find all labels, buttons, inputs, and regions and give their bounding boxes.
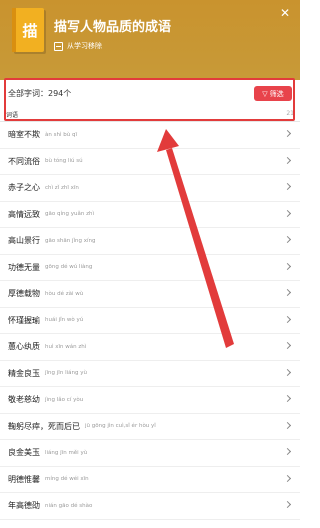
chevron-right-icon bbox=[283, 368, 292, 376]
list-item[interactable]: 年高德劭 nián gāo dé shào bbox=[0, 493, 300, 520]
list-item[interactable]: 怀瑾握瑜 huái jǐn wò yú bbox=[0, 308, 300, 334]
list-item[interactable]: 赤子之心 chì zǐ zhī xīn bbox=[0, 175, 300, 202]
section-header: 词语 21 bbox=[0, 108, 300, 122]
idiom-word: 暗室不欺 bbox=[8, 130, 40, 140]
remove-from-study-label: 从学习移除 bbox=[67, 42, 102, 50]
idiom-pinyin: hòu dé zài wù bbox=[45, 290, 84, 297]
idiom-word: 厚德载物 bbox=[8, 289, 40, 299]
idiom-pinyin: gāo shān jǐng xíng bbox=[45, 237, 96, 244]
idiom-pinyin: jìng lǎo cí yòu bbox=[45, 396, 84, 403]
idiom-word: 年高德劭 bbox=[8, 501, 40, 511]
word-count-prefix: 全部字词： bbox=[8, 89, 48, 98]
word-count-label: 全部字词：294个 bbox=[8, 88, 71, 99]
collection-title: 描写人物品质的成语 bbox=[54, 20, 172, 35]
section-label: 词语 bbox=[6, 112, 19, 119]
list-item[interactable]: 精金良玉 jīng jīn liáng yù bbox=[0, 361, 300, 387]
book-cover-icon: 描 bbox=[12, 8, 44, 52]
idiom-pinyin: bù tóng liú sú bbox=[45, 158, 83, 165]
idiom-word: 蕙心纨质 bbox=[8, 342, 40, 352]
list-item[interactable]: 良金美玉 liáng jīn měi yù bbox=[0, 440, 300, 467]
chevron-right-icon bbox=[283, 394, 292, 403]
minus-square-icon bbox=[54, 41, 63, 51]
idiom-word: 精金良玉 bbox=[8, 368, 40, 378]
list-item[interactable]: 暗室不欺 àn shì bù qī bbox=[0, 122, 300, 149]
idiom-list: 暗室不欺 àn shì bù qī 不同流俗 bù tóng liú sú 赤子之心 ch… bbox=[0, 122, 300, 520]
idiom-pinyin: gāo qíng yuǎn zhì bbox=[45, 211, 94, 218]
list-item[interactable]: 高情远致 gāo qíng yuǎn zhì bbox=[0, 202, 300, 228]
remove-from-study-button[interactable]: 从学习移除 bbox=[54, 40, 102, 52]
idiom-pinyin: míng dé wéi xīn bbox=[45, 476, 89, 483]
funnel-icon: ▽ bbox=[262, 89, 268, 98]
chevron-right-icon bbox=[283, 288, 292, 297]
chevron-right-icon bbox=[283, 235, 292, 244]
list-item[interactable]: 蕙心纨质 huì xīn wán zhì bbox=[0, 334, 300, 361]
idiom-word: 赤子之心 bbox=[8, 183, 40, 193]
list-item[interactable]: 鞠躬尽瘁，死而后已 jū gōng jìn cuì,sǐ ér hòu yǐ bbox=[0, 414, 300, 440]
list-item[interactable]: 敬老慈幼 jìng lǎo cí yòu bbox=[0, 387, 300, 414]
word-count-value: 294个 bbox=[48, 89, 72, 98]
chevron-right-icon bbox=[283, 129, 292, 138]
idiom-pinyin: jū gōng jìn cuì,sǐ ér hòu yǐ bbox=[85, 423, 156, 430]
idiom-pinyin: huì xīn wán zhì bbox=[45, 343, 87, 350]
idiom-pinyin: àn shì bù qī bbox=[45, 131, 77, 138]
word-count-bar: 全部字词：294个 ▽ 筛选 bbox=[0, 80, 300, 108]
idiom-word: 功德无量 bbox=[8, 262, 40, 272]
book-glyph: 描 bbox=[22, 21, 38, 40]
idiom-pinyin: jīng jīn liáng yù bbox=[45, 370, 87, 377]
section-count: 21 bbox=[286, 110, 294, 117]
list-item[interactable]: 不同流俗 bù tóng liú sú bbox=[0, 149, 300, 175]
filter-label: 筛选 bbox=[269, 89, 284, 98]
chevron-right-icon bbox=[283, 209, 292, 217]
idiom-pinyin: gōng dé wú liàng bbox=[45, 264, 93, 271]
idiom-word: 怀瑾握瑜 bbox=[8, 315, 40, 325]
chevron-right-icon bbox=[283, 156, 292, 164]
idiom-word: 高山景行 bbox=[8, 236, 40, 246]
idiom-pinyin: liáng jīn měi yù bbox=[45, 449, 88, 456]
chevron-right-icon bbox=[283, 315, 292, 323]
idiom-pinyin: chì zǐ zhī xīn bbox=[45, 184, 79, 191]
idiom-word: 敬老慈幼 bbox=[8, 395, 40, 405]
collection-header: 描 描写人物品质的成语 从学习移除 ✕ bbox=[0, 0, 300, 80]
idiom-pinyin: huái jǐn wò yú bbox=[45, 317, 84, 324]
chevron-right-icon bbox=[283, 262, 292, 270]
chevron-right-icon bbox=[283, 341, 292, 350]
chevron-right-icon bbox=[283, 500, 292, 509]
idiom-word: 良金美玉 bbox=[8, 448, 40, 458]
chevron-right-icon bbox=[283, 447, 292, 456]
chevron-right-icon bbox=[283, 182, 292, 191]
chevron-right-icon bbox=[283, 474, 292, 482]
chevron-right-icon bbox=[283, 421, 292, 429]
filter-button[interactable]: ▽ 筛选 bbox=[254, 86, 292, 101]
idiom-pinyin: nián gāo dé shào bbox=[45, 502, 93, 509]
list-item[interactable]: 功德无量 gōng dé wú liàng bbox=[0, 255, 300, 281]
idiom-word: 明德惟馨 bbox=[8, 474, 40, 484]
idiom-word: 高情远致 bbox=[8, 209, 40, 219]
list-item[interactable]: 明德惟馨 míng dé wéi xīn bbox=[0, 467, 300, 493]
list-item[interactable]: 高山景行 gāo shān jǐng xíng bbox=[0, 228, 300, 255]
idiom-word: 鞠躬尽瘁，死而后已 bbox=[8, 421, 80, 431]
list-item[interactable]: 厚德载物 hòu dé zài wù bbox=[0, 281, 300, 308]
close-icon[interactable]: ✕ bbox=[278, 6, 292, 20]
idiom-word: 不同流俗 bbox=[8, 156, 40, 166]
